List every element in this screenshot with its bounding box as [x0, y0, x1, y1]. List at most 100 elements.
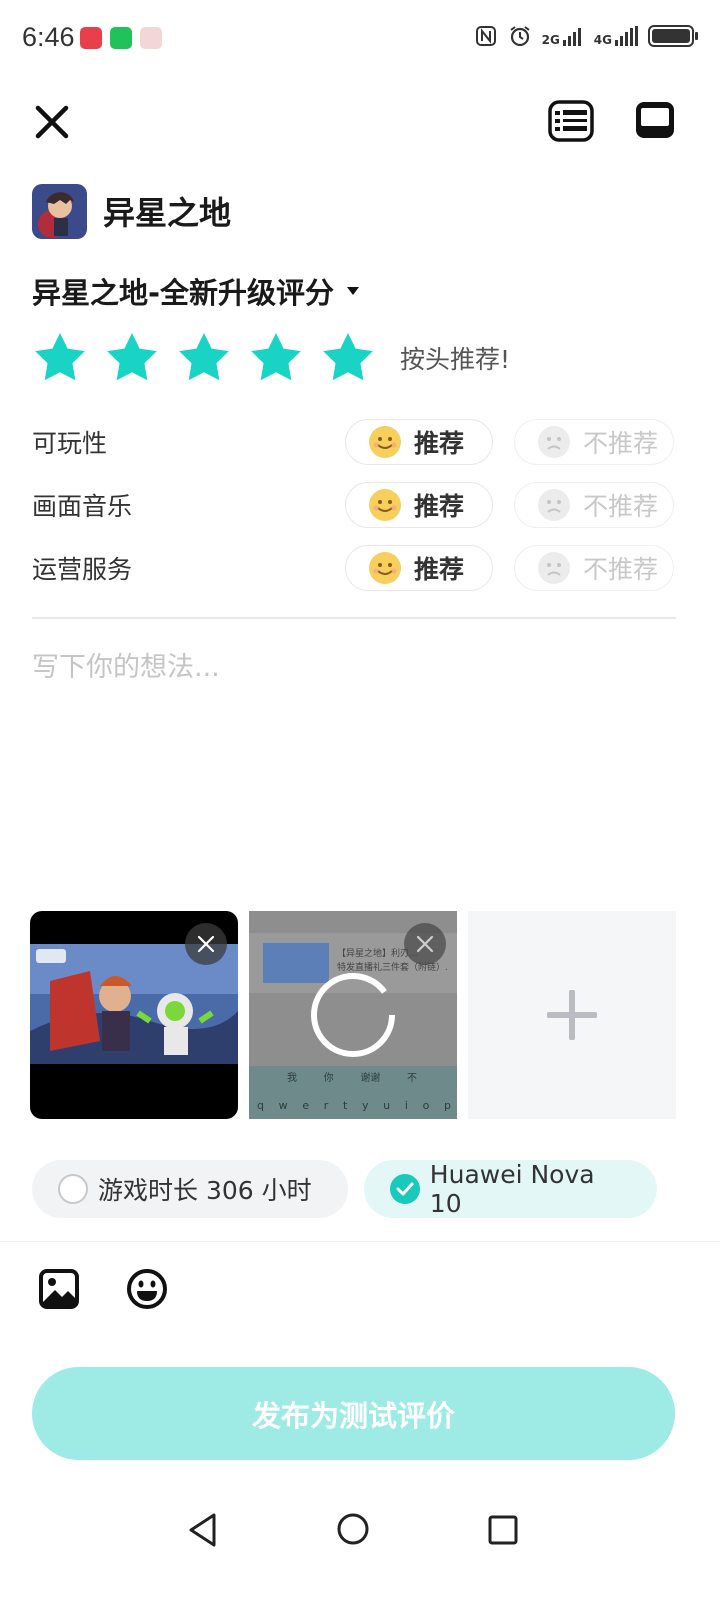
star-3[interactable]	[176, 330, 232, 386]
system-navigation-bar	[0, 1490, 720, 1570]
star-rating: 按头推荐!	[32, 330, 510, 386]
kb-key: u	[383, 1099, 391, 1112]
upload-spinner-icon	[311, 973, 395, 1057]
nfc-icon	[475, 26, 496, 46]
recent-apps-icon[interactable]	[488, 1515, 518, 1545]
media-thumbnail[interactable]	[30, 911, 238, 1119]
star-1[interactable]	[32, 330, 88, 386]
feedback-button[interactable]	[634, 100, 676, 142]
star-4[interactable]	[248, 330, 304, 386]
recommend-button[interactable]: 推荐	[345, 481, 493, 528]
kb-key: e	[302, 1099, 310, 1112]
recommend-button[interactable]: 推荐	[345, 418, 493, 465]
toolbar-divider	[0, 1241, 720, 1242]
kb-suggestion: 谢谢	[360, 1073, 381, 1084]
star-5[interactable]	[320, 330, 376, 386]
rules-icon	[548, 100, 594, 142]
info-chips: 游戏时长 306 小时 Huawei Nova 10	[32, 1160, 673, 1218]
sad-face-icon	[538, 425, 570, 458]
recommend-label: 推荐	[414, 428, 465, 458]
network-4g-label: 4G	[593, 33, 612, 47]
close-button[interactable]	[30, 100, 74, 144]
recommend-label: 推荐	[414, 554, 465, 584]
checkmark-icon	[390, 1174, 420, 1204]
kb-key: q	[257, 1099, 264, 1112]
home-icon[interactable]	[336, 1512, 370, 1546]
sad-face-icon	[538, 551, 570, 584]
alarm-icon	[509, 26, 530, 47]
recommend-button[interactable]: 推荐	[345, 544, 493, 591]
not-recommend-button[interactable]: 不推荐	[514, 481, 674, 528]
media-thumbnail-uploading[interactable]: 【异星之地】利刃... 特发直播礼三件套（附链）... 我 你 谢谢 不 q w…	[249, 911, 457, 1119]
publish-label: 发布为测试评价	[251, 1398, 455, 1433]
app-notification-icon	[140, 27, 162, 49]
smile-face-icon	[369, 551, 401, 584]
play-time-chip[interactable]: 游戏时长 306 小时	[32, 1160, 348, 1218]
back-icon[interactable]	[186, 1512, 220, 1548]
review-placeholder: 写下你的想法...	[32, 652, 220, 683]
image-icon[interactable]	[38, 1268, 80, 1310]
rating-version-selector[interactable]: 异星之地-全新升级评分	[32, 270, 360, 312]
criteria-row: 可玩性 推荐 不推荐	[32, 410, 676, 473]
kb-suggestion: 你	[323, 1073, 334, 1084]
star-rating-hint: 按头推荐!	[400, 345, 511, 374]
kb-key: p	[443, 1099, 451, 1112]
device-chip[interactable]: Huawei Nova 10	[364, 1160, 657, 1218]
criteria-label: 运营服务	[32, 554, 133, 584]
kb-key: w	[278, 1099, 288, 1112]
emoji-icon[interactable]	[126, 1268, 168, 1310]
status-time: 6:46	[22, 22, 75, 52]
sad-face-icon	[538, 488, 570, 521]
notification-icons	[80, 27, 162, 49]
close-icon	[35, 105, 69, 139]
review-text-input[interactable]: 写下你的想法...	[32, 645, 676, 875]
add-media-button[interactable]	[468, 911, 676, 1119]
device-label: Huawei Nova 10	[429, 1160, 595, 1218]
kb-key: t	[342, 1099, 348, 1112]
top-bar	[0, 92, 720, 152]
app-name: 异星之地	[103, 194, 232, 232]
rating-title: 异星之地-全新升级评分	[32, 276, 335, 310]
network-2g-label: 2G	[541, 33, 560, 47]
close-icon	[416, 935, 434, 953]
star-2[interactable]	[104, 330, 160, 386]
status-indicators: 2G 4G	[474, 24, 698, 48]
wechat-icon	[110, 27, 132, 49]
app-header: 异星之地	[32, 183, 231, 239]
criteria-label: 可玩性	[32, 428, 108, 458]
smile-face-icon	[369, 425, 401, 458]
not-recommend-button[interactable]: 不推荐	[514, 418, 674, 465]
criteria-row: 画面音乐 推荐 不推荐	[32, 473, 676, 536]
kb-key: i	[404, 1099, 408, 1112]
not-recommend-button[interactable]: 不推荐	[514, 544, 674, 591]
huawei-store-icon	[80, 27, 102, 49]
caret-down-icon	[347, 287, 360, 295]
signal-icon	[615, 26, 638, 46]
media-attachments: 【异星之地】利刃... 特发直播礼三件套（附链）... 我 你 谢谢 不 q w…	[30, 911, 680, 1119]
rating-rules-button[interactable]	[548, 100, 594, 142]
publish-button[interactable]: 发布为测试评价	[32, 1367, 675, 1460]
chat-icon	[636, 102, 674, 138]
kb-key: y	[361, 1099, 369, 1112]
criteria-label: 画面音乐	[32, 491, 133, 521]
composer-toolbar	[38, 1268, 168, 1310]
smile-face-icon	[369, 488, 401, 521]
not-recommend-label: 不推荐	[583, 554, 659, 584]
app-icon	[32, 183, 87, 239]
unchecked-radio-icon	[58, 1174, 88, 1204]
criteria-list: 可玩性 推荐 不推荐 画面音乐 推荐 不推荐 运营服务 推荐 不推荐	[32, 410, 676, 599]
remove-media-button[interactable]	[185, 923, 227, 965]
not-recommend-label: 不推荐	[583, 428, 659, 458]
kb-key: r	[323, 1099, 329, 1112]
play-time-label: 游戏时长 306 小时	[98, 1176, 312, 1205]
close-icon	[197, 935, 215, 953]
kb-suggestion: 不	[406, 1073, 417, 1084]
kb-suggestion: 我	[287, 1073, 297, 1084]
recommend-label: 推荐	[414, 491, 465, 521]
signal-icon	[562, 28, 581, 46]
kb-key: o	[422, 1099, 430, 1112]
status-bar: 6:46 2G 4G	[0, 0, 720, 80]
not-recommend-label: 不推荐	[583, 491, 659, 521]
remove-media-button[interactable]	[404, 923, 446, 965]
section-divider	[32, 617, 676, 619]
